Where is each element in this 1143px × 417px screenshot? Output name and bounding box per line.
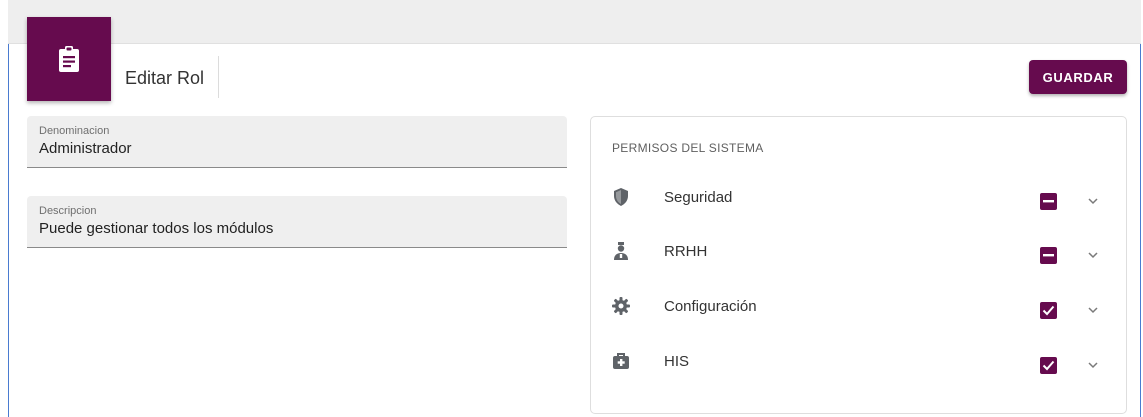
top-bar xyxy=(8,0,1141,44)
clipboard-icon xyxy=(27,17,111,101)
checked-checkbox[interactable] xyxy=(1040,357,1057,374)
denominacion-field[interactable]: Denominacion xyxy=(27,116,567,168)
save-button[interactable]: GUARDAR xyxy=(1029,60,1127,94)
chevron-down-icon[interactable] xyxy=(1085,193,1101,209)
chevron-down-icon[interactable] xyxy=(1085,357,1101,373)
indeterminate-checkbox[interactable] xyxy=(1040,247,1057,264)
permissions-card: PERMISOS DEL SISTEMA Seguridad RRHH Conf… xyxy=(590,116,1127,414)
page-title: Editar Rol xyxy=(125,68,205,88)
descripcion-label: Descripcion xyxy=(39,205,97,217)
permissions-title: PERMISOS DEL SISTEMA xyxy=(612,141,764,155)
title-divider xyxy=(218,56,219,98)
shield-icon xyxy=(611,187,631,207)
permission-row-rrhh: RRHH xyxy=(591,237,1126,277)
chevron-down-icon[interactable] xyxy=(1085,247,1101,263)
permission-label: Seguridad xyxy=(664,189,733,206)
denominacion-input[interactable] xyxy=(39,140,549,157)
descripcion-field[interactable]: Descripcion xyxy=(27,196,567,248)
permission-label: Configuración xyxy=(664,298,757,315)
indeterminate-checkbox[interactable] xyxy=(1040,193,1057,210)
permission-row-configuracion: Configuración xyxy=(591,292,1126,332)
gear-icon xyxy=(611,296,631,316)
permission-label: RRHH xyxy=(664,243,708,260)
chevron-down-icon[interactable] xyxy=(1085,302,1101,318)
medical-bag-icon xyxy=(611,351,631,371)
denominacion-label: Denominacion xyxy=(39,125,110,137)
permission-label: HIS xyxy=(664,353,690,370)
checked-checkbox[interactable] xyxy=(1040,302,1057,319)
person-badge-icon xyxy=(611,241,631,261)
permission-row-seguridad: Seguridad xyxy=(591,183,1126,223)
permission-row-his: HIS xyxy=(591,347,1126,387)
descripcion-input[interactable] xyxy=(39,220,549,237)
